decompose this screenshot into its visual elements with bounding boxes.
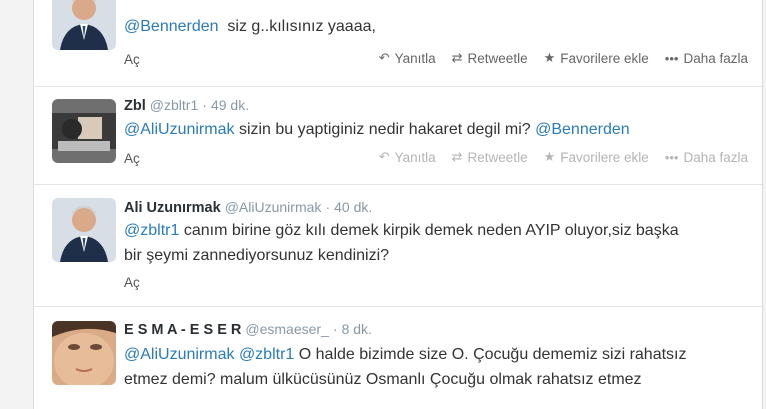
timeline: @Bennerden siz g..kılısınız yaaaa, Aç ↶ Y… — [33, 0, 763, 409]
fullname[interactable]: Ali Uzunırmak — [124, 200, 221, 216]
mention-link[interactable]: @zbltr1 — [239, 346, 294, 363]
tweet-3[interactable]: Ali Uzunırmak @AliUzunirmak · 40 dk. @zb… — [34, 185, 762, 307]
avatar-zbl[interactable] — [52, 99, 116, 163]
tweet-header: Zbl @zbltr1 · 49 dk. — [124, 97, 250, 114]
avatar-esma[interactable] — [52, 321, 116, 385]
reply-icon: ↶ — [378, 149, 390, 164]
timestamp[interactable]: 49 dk. — [211, 97, 249, 113]
tweet-actions: ↶ Yanıtla ⇄ Retweetle ★ Favorilere ekle •••… — [379, 149, 748, 165]
retweet-button[interactable]: ⇄ Retweetle — [452, 149, 528, 165]
star-icon: ★ — [543, 149, 556, 164]
tweet-4[interactable]: E S M A - E S E R @esmaeser_ · 8 dk. @Al… — [34, 307, 762, 409]
tweet-1[interactable]: @Bennerden siz g..kılısınız yaaaa, Aç ↶ Y… — [34, 0, 762, 87]
avatar-ali[interactable] — [52, 0, 116, 50]
reply-icon: ↶ — [378, 50, 390, 65]
expand-link[interactable]: Aç — [124, 52, 140, 67]
username[interactable]: @AliUzunirmak — [225, 199, 322, 215]
retweet-icon: ⇄ — [451, 50, 463, 65]
mention-link[interactable]: @AliUzunirmak — [124, 346, 234, 363]
tweet-actions: ↶ Yanıtla ⇄ Retweetle ★ Favorilere ekle •••… — [379, 50, 748, 66]
mention-link[interactable]: @zbltr1 — [124, 222, 179, 239]
retweet-icon: ⇄ — [451, 149, 463, 164]
tweet-header: E S M A - E S E R @esmaeser_ · 8 dk. — [124, 321, 372, 338]
timestamp[interactable]: 8 dk. — [342, 321, 372, 337]
more-dots-icon: ••• — [664, 149, 679, 165]
tweet-2[interactable]: Zbl @zbltr1 · 49 dk. @AliUzunirmak sizin… — [34, 87, 762, 185]
more-button[interactable]: ••• Daha fazla — [665, 149, 748, 165]
expand-link[interactable]: Aç — [124, 151, 140, 166]
retweet-button[interactable]: ⇄ Retweetle — [452, 50, 528, 66]
username[interactable]: @esmaeser_ — [245, 321, 328, 337]
tweet-text: @zbltr1 canım birine göz kılı demek kirp… — [124, 222, 679, 264]
reply-button[interactable]: ↶ Yanıtla — [379, 50, 436, 66]
expand-link[interactable]: Aç — [124, 275, 140, 290]
favorite-button[interactable]: ★ Favorilere ekle — [544, 149, 649, 165]
username[interactable]: @zbltr1 — [150, 97, 198, 113]
tweet-header: Ali Uzunırmak @AliUzunirmak · 40 dk. — [124, 199, 373, 216]
fullname[interactable]: Zbl — [124, 98, 146, 114]
tweet-text: @Bennerden siz g..kılısınız yaaaa, — [124, 18, 376, 35]
tweet-text: @AliUzunirmak sizin bu yaptiginiz nedir … — [124, 121, 630, 138]
more-dots-icon: ••• — [664, 50, 679, 66]
more-button[interactable]: ••• Daha fazla — [665, 50, 748, 66]
tweet-text: @AliUzunirmak @zbltr1 O halde bizimde si… — [124, 346, 687, 388]
reply-button[interactable]: ↶ Yanıtla — [379, 149, 436, 165]
mention-link[interactable]: @AliUzunirmak — [124, 121, 234, 138]
timestamp[interactable]: 40 dk. — [334, 199, 372, 215]
mention-link[interactable]: @Bennerden — [535, 121, 630, 138]
favorite-button[interactable]: ★ Favorilere ekle — [544, 50, 649, 66]
avatar-ali[interactable] — [52, 198, 116, 262]
mention-link[interactable]: @Bennerden — [124, 18, 219, 35]
star-icon: ★ — [543, 50, 556, 65]
fullname[interactable]: E S M A - E S E R — [124, 322, 241, 338]
